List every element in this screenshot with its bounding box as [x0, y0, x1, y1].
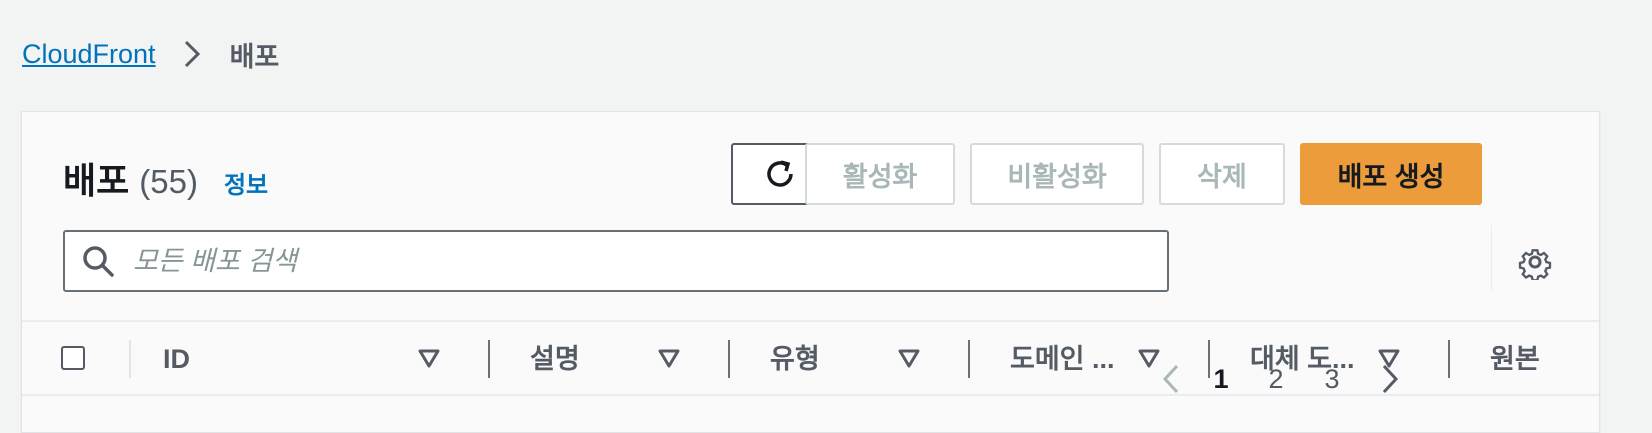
pagination-divider — [1491, 225, 1492, 291]
column-header-id[interactable]: ID — [163, 340, 190, 378]
column-header-type[interactable]: 유형 — [770, 340, 820, 378]
chevron-right-icon — [176, 38, 208, 70]
breadcrumb-cloudfront-link[interactable]: CloudFront — [22, 39, 156, 70]
column-resizer[interactable] — [1208, 340, 1210, 378]
breadcrumb-current: 배포 — [229, 41, 280, 72]
table-header: ID 설명 유형 도메인 ... 대체 도... 원본 — [22, 320, 1599, 396]
search-field[interactable] — [63, 230, 1169, 292]
column-header-origin[interactable]: 원본 — [1490, 340, 1540, 378]
column-resizer[interactable] — [1448, 340, 1450, 378]
column-header-description[interactable]: 설명 — [530, 340, 580, 378]
column-resizer[interactable] — [488, 340, 490, 378]
breadcrumb: CloudFront 배포 — [22, 34, 279, 74]
panel-header: 배포 (55) 정보 — [63, 152, 268, 204]
delete-button[interactable]: 삭제 — [1159, 143, 1285, 205]
column-resizer[interactable] — [968, 340, 970, 378]
enable-button[interactable]: 활성화 — [805, 143, 955, 205]
page-title: 배포 — [63, 160, 130, 201]
column-resizer[interactable] — [728, 340, 730, 378]
sort-icon[interactable] — [418, 349, 440, 369]
settings-gear-icon[interactable] — [1515, 242, 1555, 282]
sort-icon[interactable] — [1138, 349, 1160, 369]
column-header-domain[interactable]: 도메인 ... — [1010, 340, 1115, 378]
column-divider — [129, 340, 131, 378]
search-icon — [79, 242, 117, 280]
sort-icon[interactable] — [1378, 349, 1400, 369]
info-link[interactable]: 정보 — [224, 165, 268, 200]
distributions-panel: 배포 (55) 정보 활성화 비활성화 삭제 배포 생성 모든 배포 검색 1 … — [21, 111, 1600, 433]
search-input[interactable] — [131, 244, 1167, 278]
refresh-icon — [762, 156, 798, 192]
sort-icon[interactable] — [658, 349, 680, 369]
sort-icon[interactable] — [898, 349, 920, 369]
distribution-count: (55) — [139, 163, 198, 200]
column-header-alternate-domain[interactable]: 대체 도... — [1250, 340, 1355, 378]
create-distribution-button[interactable]: 배포 생성 — [1300, 143, 1482, 205]
disable-button[interactable]: 비활성화 — [970, 143, 1144, 205]
select-all-checkbox[interactable] — [61, 346, 85, 370]
